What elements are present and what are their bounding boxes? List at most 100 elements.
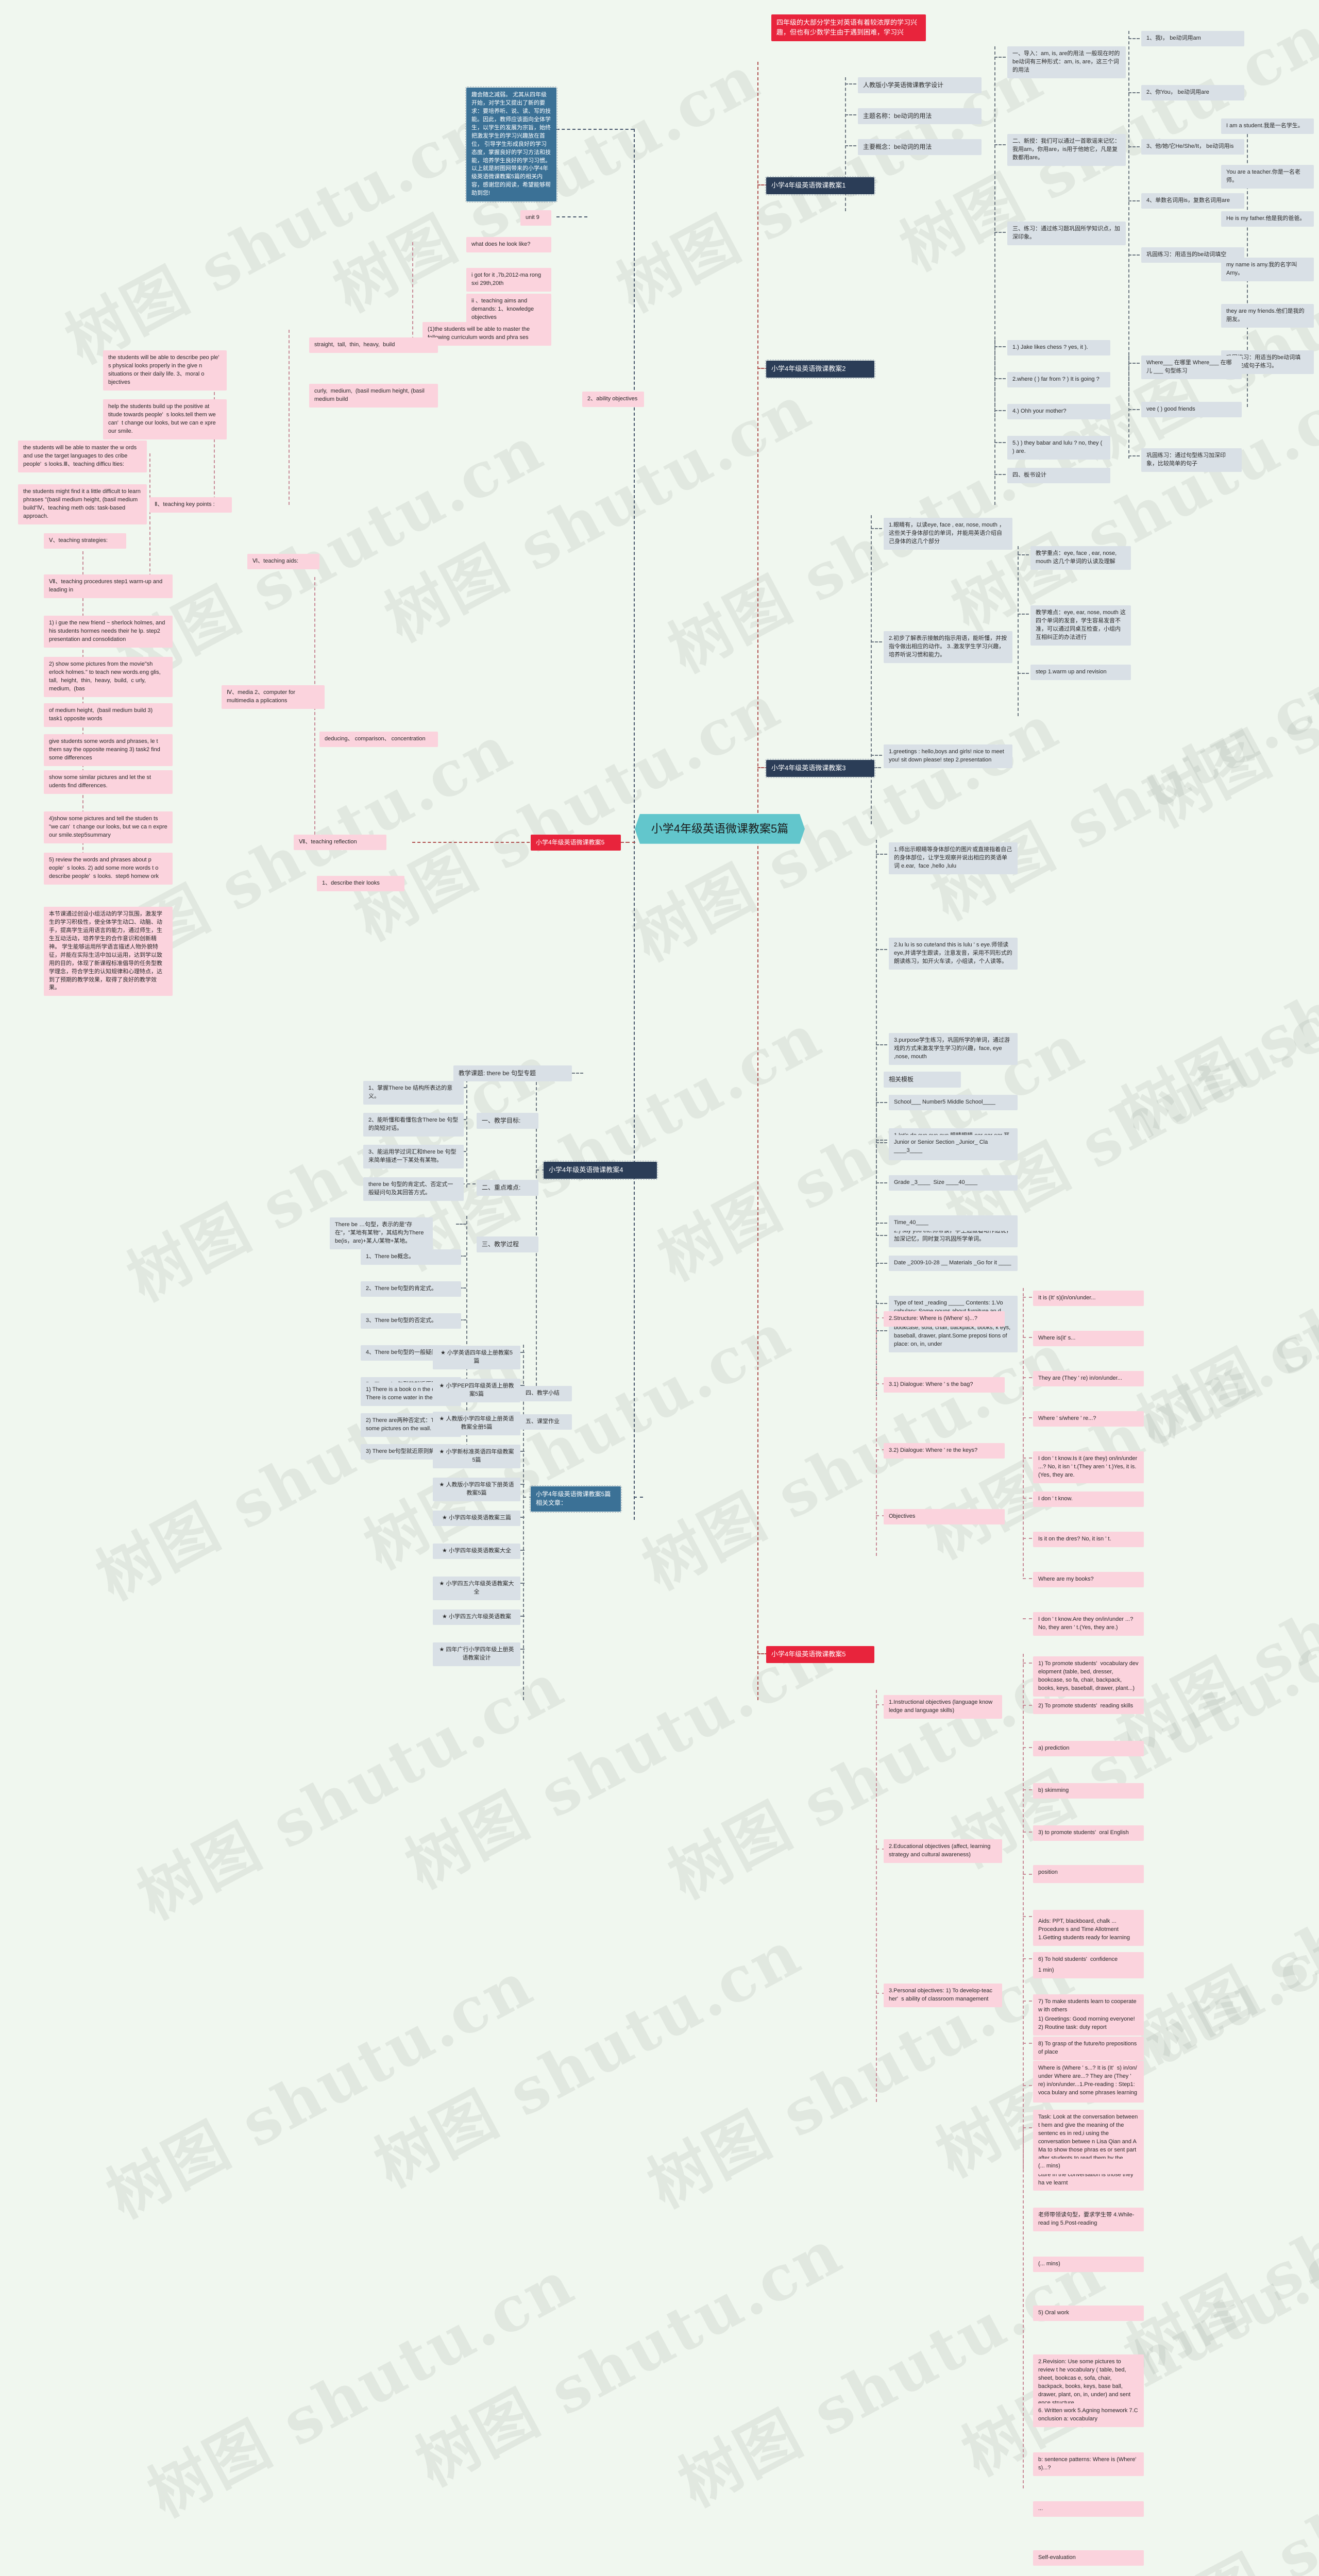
lesson1-example-3[interactable]: my name is amy.我的名字叫Amy。 [1221,258,1314,281]
left-node-5[interactable]: curly, medium, (basil medium height, (ba… [309,384,438,408]
lesson5-procedure-9[interactable]: 5) Oral work [1033,2306,1144,2321]
lesson3-top-2[interactable]: 1.greetings : hello,boys and girls! nice… [884,744,1012,768]
lesson3-item-1[interactable]: 2.lu lu is so cute!and this is lulu ' s … [889,938,1018,970]
lesson4-goal-2[interactable]: 3、能运用学过词汇和there be 句型来简单描述一下某处有某物。 [363,1145,464,1168]
left-node-8[interactable]: the students will be able to describe pe… [103,350,227,391]
left-node-4[interactable]: (1)the students will be able to master t… [422,322,551,346]
lesson5-procedure-0[interactable]: position [1033,1865,1144,1880]
lesson5-procedure-13[interactable]: ... [1033,2501,1144,2517]
lesson2-item-1[interactable]: 2.where ( ) far from ? ) It is going ? [1007,372,1110,387]
left-node-6[interactable]: straight, tall, thin, heavy, build [309,337,438,353]
lesson5-form-1[interactable]: Junior or Senior Section _Junior_ Cla __… [889,1135,1018,1159]
lesson3-top-1[interactable]: 2.初步了解表示接触的指示用语，能听懂，并按指令做出相应的动作。 3..激发学生… [884,631,1012,663]
lesson4-keypoint-label[interactable]: 二、重点难点: [477,1180,538,1196]
lesson5-dialogue-label-0[interactable]: 2.Structure: Where is (Where' s)...? [884,1311,1005,1327]
lesson-left-redblock[interactable]: 趣会随之减弱。 尤其从四年级开始，对学生又提出了新的要求：要培养听、说、读、写的… [465,86,557,203]
lesson5-dialogue-label-1[interactable]: 3.1) Dialogue: Where ' s the bag? [884,1377,1005,1393]
lesson2-item-3[interactable]: 5.) ) they babar and lulu ? no, they ( )… [1007,436,1110,460]
lesson1-item-0[interactable]: 人教版小学英语微课教学设计 [858,77,982,94]
lesson5-procedure-4[interactable]: Where is (Where ' s...? It is (It' s) in… [1033,2061,1144,2101]
lesson5-structure-3[interactable]: Where ' s/where ' re...? [1033,1411,1144,1427]
lesson5-procedure-5[interactable]: Task: Look at the conversation between t… [1033,2110,1144,2191]
lesson1-item-1[interactable]: 主题名称：be动词的用法 [858,108,982,125]
lesson4-goal-0[interactable]: 1、掌握There be 结构所表达的意义。 [363,1081,464,1105]
lesson5-objlabel-2[interactable]: 3.Personal objectives: 1) To develop-tea… [884,1984,1002,2007]
lesson3-graycol-2[interactable]: step 1.warm up and revision [1030,665,1131,680]
root-node[interactable]: 小学4年级英语微课教案5篇 [635,814,805,844]
left-node-15[interactable]: Ⅶ、teaching procedures step1 warm-up and … [44,574,173,598]
lesson5-structure-1[interactable]: Where is(it' s... [1033,1331,1144,1346]
lesson5-form-0[interactable]: School___ Number5 Middle School____ [889,1095,1018,1110]
lesson1-right-1[interactable]: 2、你You， be动词用are [1141,85,1244,100]
left-node-16[interactable]: 1) i gue the new friend ~ sherlock holme… [44,616,173,648]
lesson1-right-2[interactable]: 3、他/她/它He/She/It， be动词用is [1141,139,1244,155]
lesson2-side-0[interactable]: Where___ 在哪里 Where___ 在哪儿 ___ 句型练习 [1141,355,1242,379]
lesson4-process-label[interactable]: 三、教学过程 [477,1236,538,1253]
branch-label-lesson1[interactable]: 小学4年级英语微课教案1 [765,176,875,195]
lesson5-structure-4[interactable]: I don ' t know.Is it (are they) on/in/un… [1033,1451,1144,1483]
left-node-25[interactable]: 本节课通过创设小组活动的学习氛围，激发学生的学习积极性，使全体学生动口、动脑、动… [44,907,173,996]
lesson4-topic[interactable]: 教学课题: there be 句型专题 [453,1065,572,1082]
branch-label-lesson3[interactable]: 小学4年级英语微课教案3 [765,759,875,778]
lesson4-sidelabel-0[interactable]: 四、教学小结 [520,1386,572,1401]
related-item-6[interactable]: ★ 小学四年级英语教案大全 [433,1544,520,1559]
left-node-14[interactable]: Ⅵ、teaching aids: [247,554,319,569]
lesson2-side-2[interactable]: 巩固练习：通过句型练习加深印象，比较简单的句子 [1141,448,1242,472]
lesson5-structure-0[interactable]: It is (It' s)(in/on/under... [1033,1291,1144,1306]
left-node-26[interactable]: Ⅳ、media 2、computer for multimedia a ppli… [222,685,325,709]
left-node-19[interactable]: give students some words and phrases, le… [44,734,173,766]
lesson5-structure-6[interactable]: Is it on the dres? No, it isn ' t. [1033,1532,1144,1547]
lesson4-keypoint[interactable]: there be 句型的肯定式、否定式一般疑问句及其回答方式。 [363,1177,464,1201]
lesson5-objective-4[interactable]: 3) to promote students' oral English [1033,1825,1144,1841]
lesson1-subitem-2[interactable]: 三、练习：通过练习题巩固所学知识点，加深印象。 [1007,222,1126,245]
lesson5-procedure-12[interactable]: b: sentence patterns: Where is (Where' s… [1033,2452,1144,2476]
related-item-8[interactable]: ★ 小学四五六年级英语教案 [433,1609,520,1625]
lesson3-graycol-1[interactable]: 教学难点：eye, ear, nose, mouth 这四个单词的发音，学生容易… [1030,605,1131,646]
lesson1-example-0[interactable]: I am a student.我是一名学生。 [1221,118,1314,134]
related-item-9[interactable]: ★ 四年广行小学四年级上册英语教案设计 [433,1642,520,1666]
lesson4-goal-1[interactable]: 2、能听懂和看懂包含There be 句型的简短对话。 [363,1113,464,1137]
lesson5-form-3[interactable]: Time_40____ [889,1215,1018,1231]
lesson5-structure-5[interactable]: I don ' t know. [1033,1492,1144,1507]
left-node-1[interactable]: what does he look like? [466,237,551,252]
lesson1-subitem-0[interactable]: 一、导入：am, is, are的用法 一般现在时的be动词有三种形式：am, … [1007,46,1126,78]
lesson5-procedure-11[interactable]: 6. Written work 5.Agning homework 7.C on… [1033,2403,1144,2427]
lesson5-procedure-3[interactable]: 1) Greetings: Good morning everyone! 2) … [1033,2012,1144,2036]
lesson3-item-2[interactable]: 3.purpose学生练习，巩固所学的单词，通过游戏的方式来激发学生学习的兴趣，… [889,1033,1018,1065]
lesson1-intro-red[interactable]: 四年级的大部分学生对英语有着较浓厚的学习兴趣，但也有少数学生由于遇到困难，学习兴 [771,14,926,41]
left-node-10[interactable]: the students will be able to master the … [18,440,147,472]
lesson5-form-2[interactable]: Grade _3____ Size ____40____ [889,1175,1018,1191]
lesson4-process-3[interactable]: 3、There be句型的否定式。 [361,1313,461,1329]
lesson1-right-0[interactable]: 1、我I， be动词用am [1141,31,1244,46]
lesson5-heading[interactable]: 相关模板 [884,1072,961,1088]
lesson4-process-2[interactable]: 2、There be句型的肯定式。 [361,1281,461,1297]
lesson2-item-0[interactable]: 1.) Jake likes chess ? yes, it ). [1007,340,1110,355]
lesson5-procedure-14[interactable]: Self-evaluation [1033,2550,1144,2566]
lesson5-procedure-2[interactable]: 1 min) [1033,1963,1144,1978]
left-node-9[interactable]: help the students build up the positive … [103,399,227,439]
left-node-2[interactable]: i got for it ,7b,2012-ma rong sxi 29th,2… [466,268,551,292]
left-node-12[interactable]: Ⅱ、teaching key points : [149,497,232,513]
left-node-27[interactable]: deducing、 comparison、 concentration [319,732,438,747]
lesson3-top-0[interactable]: 1.眼睛有，以读eye, face , ear, nose, mouth ，这些… [884,518,1012,550]
lesson2-item-2[interactable]: 4.) Ohh your mother? [1007,404,1110,419]
branch-label-lesson5[interactable]: 小学4年级英语微课教案5 [766,1646,874,1663]
lesson5-objective-9[interactable]: 8) To grasp of the future/to preposition… [1033,2037,1144,2060]
related-item-2[interactable]: ★ 人教版小学四年级上册英语教案全册5篇 [433,1412,520,1435]
left-node-17[interactable]: 2) show some pictures from the movie"sh … [44,657,173,697]
related-item-0[interactable]: ★ 小学英语四年级上册教案5篇 [433,1346,520,1369]
lesson5-objective-1[interactable]: 2) To promote students' reading skills [1033,1699,1144,1714]
lesson1-subitem-1[interactable]: 二、新授：我们可以通过一首歌谣来记忆：我用am，你用are，is用于他她它，凡是… [1007,134,1126,166]
lesson4-sidelabel-1[interactable]: 五、课堂作业 [520,1414,572,1430]
lesson4-process-1[interactable]: 1、There be概念。 [361,1249,461,1265]
lesson1-item-2[interactable]: 主要概念：be动词的用法 [858,139,982,156]
lesson5-procedure-1[interactable]: Aids: PPT, blackboard, chalk ... Procedu… [1033,1914,1144,1946]
lesson1-right-3[interactable]: 4、单数名词用is，复数名词用are [1141,193,1244,209]
lesson4-process-0[interactable]: There be …句型，表示的是"存在"，"某地有某物"，其结构为There … [330,1217,433,1249]
lesson5-objective-2[interactable]: a) prediction [1033,1741,1144,1756]
left-node-13[interactable]: Ⅴ、teaching strategies: [44,533,126,549]
lesson5-dialogue-label-3[interactable]: Objectives [884,1509,1005,1524]
lesson5-structure-8[interactable]: I don ' t know.Are they on/in/under ...?… [1033,1612,1144,1636]
lesson2-side-1[interactable]: vee ( ) good friends [1141,402,1242,417]
lesson5-structure-2[interactable]: They are (They ' re) in/on/under... [1033,1371,1144,1386]
